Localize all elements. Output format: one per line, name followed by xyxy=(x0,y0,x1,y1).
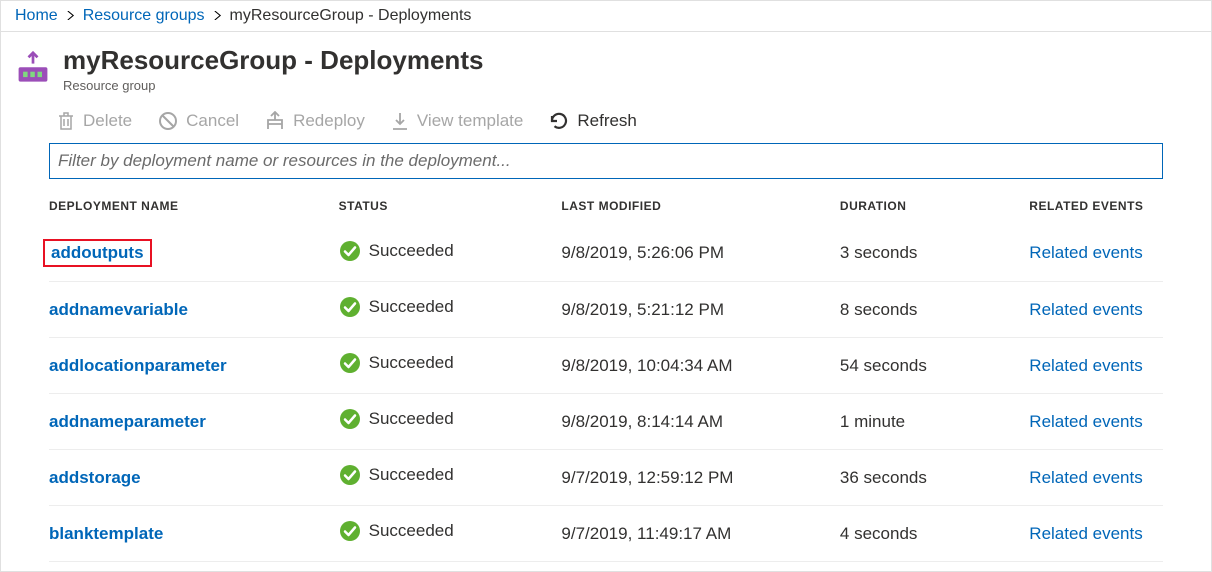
redeploy-button[interactable]: Redeploy xyxy=(265,111,365,131)
status-cell: Succeeded xyxy=(339,352,454,374)
status-cell: Succeeded xyxy=(339,296,454,318)
related-events-link[interactable]: Related events xyxy=(1029,412,1142,431)
related-events-link[interactable]: Related events xyxy=(1029,468,1142,487)
col-related[interactable]: RELATED EVENTS xyxy=(1029,185,1163,229)
success-icon xyxy=(339,240,361,262)
breadcrumb: Home Resource groups myResourceGroup - D… xyxy=(1,1,1211,32)
duration-cell: 54 seconds xyxy=(840,338,1029,394)
deployment-name-link[interactable]: addlocationparameter xyxy=(49,356,227,376)
table-row: addoutputsSucceeded9/8/2019, 5:26:06 PM3… xyxy=(49,229,1163,282)
cancel-button[interactable]: Cancel xyxy=(158,111,239,131)
redeploy-icon xyxy=(265,111,285,131)
status-cell: Succeeded xyxy=(339,408,454,430)
breadcrumb-current: myResourceGroup - Deployments xyxy=(230,7,472,25)
status-text: Succeeded xyxy=(369,353,454,373)
related-events-link[interactable]: Related events xyxy=(1029,524,1142,543)
breadcrumb-resource-groups[interactable]: Resource groups xyxy=(83,7,205,25)
last-modified-cell: 9/8/2019, 10:04:34 AM xyxy=(561,338,840,394)
deployment-name-link[interactable]: addoutputs xyxy=(43,239,152,267)
duration-cell: 4 seconds xyxy=(840,506,1029,562)
col-name[interactable]: DEPLOYMENT NAME xyxy=(49,185,339,229)
page-title: myResourceGroup - Deployments xyxy=(63,45,483,76)
chevron-right-icon xyxy=(66,9,75,23)
success-icon xyxy=(339,296,361,318)
duration-cell: 1 minute xyxy=(840,394,1029,450)
success-icon xyxy=(339,352,361,374)
related-events-link[interactable]: Related events xyxy=(1029,356,1142,375)
table-row: addlocationparameter Succeeded 9/8/2019, 1… xyxy=(49,338,1163,394)
page-header: myResourceGroup - Deployments Resource g… xyxy=(1,32,1211,99)
success-icon xyxy=(339,520,361,542)
last-modified-cell: 9/8/2019, 5:26:06 PM xyxy=(561,229,840,282)
table-row: blanktemplate Succeeded 9/7/2019, 11:49:17… xyxy=(49,506,1163,562)
download-icon xyxy=(391,111,409,131)
refresh-button[interactable]: Refresh xyxy=(549,111,637,131)
status-cell: Succeeded xyxy=(339,520,454,542)
deployment-name-link[interactable]: addstorage xyxy=(49,468,141,488)
table-row: addnameparameter Succeeded 9/8/2019, 8:14:… xyxy=(49,394,1163,450)
trash-icon xyxy=(57,111,75,131)
status-text: Succeeded xyxy=(369,241,454,261)
filter-input[interactable] xyxy=(49,143,1163,179)
status-text: Succeeded xyxy=(369,409,454,429)
chevron-right-icon xyxy=(213,9,222,23)
table-row: addnamevariable Succeeded 9/8/2019, 5:21:1… xyxy=(49,282,1163,338)
deployment-name-link[interactable]: blanktemplate xyxy=(49,524,163,544)
related-events-link[interactable]: Related events xyxy=(1029,300,1142,319)
success-icon xyxy=(339,408,361,430)
duration-cell: 3 seconds xyxy=(840,229,1029,282)
deployment-name-link[interactable]: addnamevariable xyxy=(49,300,188,320)
deployments-table: DEPLOYMENT NAME STATUS LAST MODIFIED DUR… xyxy=(49,185,1163,562)
breadcrumb-home[interactable]: Home xyxy=(15,7,58,25)
resource-group-icon xyxy=(15,51,51,87)
col-last-modified[interactable]: LAST MODIFIED xyxy=(561,185,840,229)
success-icon xyxy=(339,464,361,486)
last-modified-cell: 9/7/2019, 11:49:17 AM xyxy=(561,506,840,562)
last-modified-cell: 9/7/2019, 12:59:12 PM xyxy=(561,450,840,506)
duration-cell: 36 seconds xyxy=(840,450,1029,506)
duration-cell: 8 seconds xyxy=(840,282,1029,338)
page-subtitle: Resource group xyxy=(63,78,483,93)
cancel-icon xyxy=(158,111,178,131)
status-text: Succeeded xyxy=(369,465,454,485)
refresh-icon xyxy=(549,111,569,131)
related-events-link[interactable]: Related events xyxy=(1029,243,1142,262)
table-row: addstorage Succeeded 9/7/2019, 12:59:12 PM… xyxy=(49,450,1163,506)
last-modified-cell: 9/8/2019, 5:21:12 PM xyxy=(561,282,840,338)
status-text: Succeeded xyxy=(369,297,454,317)
status-cell: Succeeded xyxy=(339,240,454,262)
view-template-button[interactable]: View template xyxy=(391,111,523,131)
deployment-name-link[interactable]: addnameparameter xyxy=(49,412,206,432)
status-cell: Succeeded xyxy=(339,464,454,486)
toolbar: Delete Cancel Redeploy View template xyxy=(1,99,1211,143)
col-status[interactable]: STATUS xyxy=(339,185,562,229)
status-text: Succeeded xyxy=(369,521,454,541)
delete-button[interactable]: Delete xyxy=(57,111,132,131)
last-modified-cell: 9/8/2019, 8:14:14 AM xyxy=(561,394,840,450)
col-duration[interactable]: DURATION xyxy=(840,185,1029,229)
